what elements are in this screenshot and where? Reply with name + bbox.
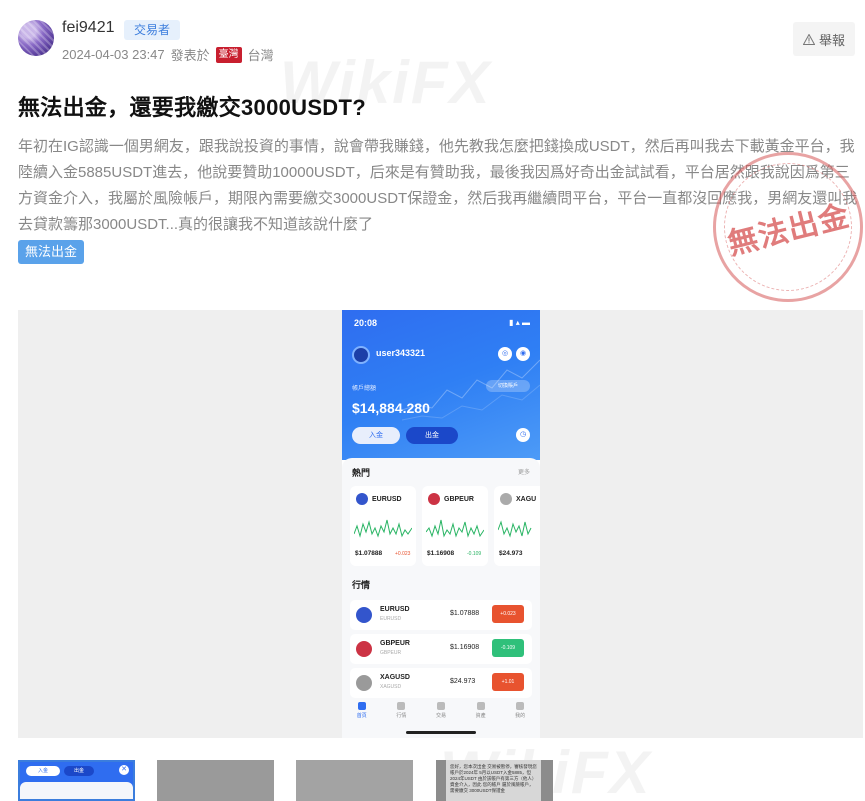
post-meta: 2024-04-03 23:47 發表於 臺灣 台灣 bbox=[62, 45, 274, 64]
nav-profile-label: 我的 bbox=[515, 713, 526, 719]
hot-card: EURUSD $1.07888 +0.023 bbox=[350, 486, 416, 566]
market-row-change: -0.109 bbox=[492, 639, 524, 657]
thumbnail-2[interactable] bbox=[157, 760, 274, 801]
hot-card-change: +0.023 bbox=[395, 551, 411, 557]
warning-icon bbox=[802, 33, 815, 45]
market-row-price: $1.16908 bbox=[450, 644, 480, 651]
hot-card-price: $24.973 bbox=[499, 550, 523, 557]
market-row-price: $24.973 bbox=[450, 678, 476, 685]
thumbnail-1[interactable]: 入金 出金 ✕ bbox=[18, 760, 135, 801]
switch-account-button: 切換賬戶 bbox=[486, 380, 530, 392]
hot-card-price: $1.16908 bbox=[427, 550, 455, 557]
nav-market-label: 行情 bbox=[396, 713, 407, 719]
hot-card: GBPEUR $1.16908 -0.109 bbox=[422, 486, 488, 566]
hot-card-symbol: EURUSD bbox=[372, 496, 402, 503]
close-icon: ✕ bbox=[119, 765, 129, 775]
market-row-sub: EURUSD bbox=[380, 616, 402, 622]
market-row: EURUSD EURUSD $1.07888 +0.023 bbox=[350, 600, 532, 630]
nav-profile: 我的 bbox=[505, 700, 535, 726]
nav-assets-label: 資產 bbox=[475, 713, 486, 719]
market-row-symbol: XAGUSD bbox=[380, 674, 410, 681]
market-row-price: $1.07888 bbox=[450, 610, 480, 617]
app-content: 熱門 更多 EURUSD $1.07888 +0.023 GBPEUR $1.1… bbox=[342, 458, 540, 738]
gbpeur-coin-icon bbox=[428, 493, 440, 505]
thumb-withdraw-label: 出金 bbox=[64, 766, 94, 776]
post-datetime: 2024-04-03 23:47 bbox=[62, 47, 165, 62]
market-row-symbol: EURUSD bbox=[380, 606, 410, 613]
thumb-panel bbox=[20, 782, 133, 799]
author-avatar[interactable] bbox=[18, 20, 54, 56]
nav-trade: 交易 bbox=[426, 700, 456, 726]
history-icon: ◷ bbox=[516, 428, 530, 442]
market-section-title: 行情 bbox=[352, 580, 371, 590]
role-badge: 交易者 bbox=[124, 20, 181, 40]
report-button[interactable]: 舉報 bbox=[793, 22, 855, 56]
app-support-icon: ◎ bbox=[498, 347, 512, 361]
hot-card: XAGU $24.973 bbox=[494, 486, 540, 566]
account-balance: $14,884.280 bbox=[352, 400, 430, 416]
eurusd-coin-icon bbox=[356, 493, 368, 505]
post-title: 無法出金，還要我繳交3000USDT? bbox=[18, 95, 366, 120]
market-row-symbol: GBPEUR bbox=[380, 640, 410, 647]
app-settings-icon: ◉ bbox=[516, 347, 530, 361]
account-total-label: 帳戶總額 bbox=[352, 386, 377, 392]
gbpeur-coin-icon bbox=[356, 641, 372, 657]
post-tag[interactable]: 無法出金 bbox=[18, 240, 85, 264]
hot-card-price: $1.07888 bbox=[355, 550, 383, 557]
app-user-avatar bbox=[352, 346, 370, 364]
app-header: 20:08 ▮ ▴ ▬ user343321 ◎ ◉ 帳戶總額 切換賬戶 $14… bbox=[342, 310, 540, 460]
hot-card-sparkline bbox=[354, 519, 412, 538]
app-username: user343321 bbox=[376, 348, 426, 358]
nav-assets: 資產 bbox=[466, 700, 496, 726]
deposit-button: 入金 bbox=[352, 427, 400, 444]
market-row-change: +1.01 bbox=[492, 673, 524, 691]
hot-card-sparkline bbox=[498, 520, 532, 538]
nav-trade-label: 交易 bbox=[435, 713, 446, 719]
status-icons: ▮ ▴ ▬ bbox=[509, 318, 530, 327]
thumbnail-4[interactable]: 您好，您本次出金 交易被暫停，審核發現您帳戶於2024年 5月以USDT入金58… bbox=[436, 760, 553, 801]
home-indicator bbox=[406, 731, 476, 734]
market-row: XAGUSD XAGUSD $24.973 +1.01 bbox=[350, 668, 532, 698]
hot-card-sparkline bbox=[426, 519, 484, 538]
app-screenshot: 20:08 ▮ ▴ ▬ user343321 ◎ ◉ 帳戶總額 切換賬戶 $14… bbox=[342, 310, 540, 738]
market-row: GBPEUR GBPEUR $1.16908 -0.109 bbox=[350, 634, 532, 664]
withdraw-button: 出金 bbox=[406, 427, 458, 444]
chart-icon bbox=[397, 702, 406, 710]
nav-market: 行情 bbox=[386, 700, 416, 726]
market-row-sub: GBPEUR bbox=[380, 650, 402, 656]
status-time: 20:08 bbox=[354, 318, 378, 328]
hot-section-title: 熱門 bbox=[352, 468, 371, 478]
more-link: 更多 bbox=[517, 470, 530, 476]
eurusd-coin-icon bbox=[356, 607, 372, 623]
thumb-deposit-label: 入金 bbox=[26, 766, 60, 776]
xagusd-coin-icon bbox=[500, 493, 512, 505]
post-image[interactable]: 20:08 ▮ ▴ ▬ user343321 ◎ ◉ 帳戶總額 切換賬戶 $14… bbox=[18, 310, 863, 738]
hot-card-symbol: XAGU bbox=[516, 496, 537, 503]
stamp-label: 無法出金 bbox=[724, 199, 853, 262]
post-region: 台灣 bbox=[247, 48, 274, 63]
trade-icon bbox=[436, 702, 445, 710]
app-bottom-nav: 首頁 行情 交易 資產 我的 bbox=[342, 700, 540, 726]
market-row-sub: XAGUSD bbox=[380, 684, 402, 690]
posted-in-label: 發表於 bbox=[170, 48, 210, 63]
xagusd-coin-icon bbox=[356, 675, 372, 691]
home-icon bbox=[357, 702, 366, 710]
hot-card-symbol: GBPEUR bbox=[444, 496, 474, 503]
thumbnail-3[interactable] bbox=[296, 760, 413, 801]
hot-card-change: -0.109 bbox=[467, 551, 482, 557]
wallet-icon bbox=[476, 702, 485, 710]
author-username[interactable]: fei9421 bbox=[62, 19, 115, 37]
market-row-change: +0.023 bbox=[492, 605, 524, 623]
thumb-document-text: 您好，您本次出金 交易被暫停，審核發現您帳戶於2024年 5月以USDT入金58… bbox=[446, 760, 541, 801]
report-label: 舉報 bbox=[818, 32, 845, 48]
nav-home-label: 首頁 bbox=[356, 713, 367, 719]
taiwan-flag-icon: 臺灣 bbox=[215, 46, 242, 63]
user-icon bbox=[516, 702, 525, 710]
nav-home: 首頁 bbox=[347, 700, 377, 726]
